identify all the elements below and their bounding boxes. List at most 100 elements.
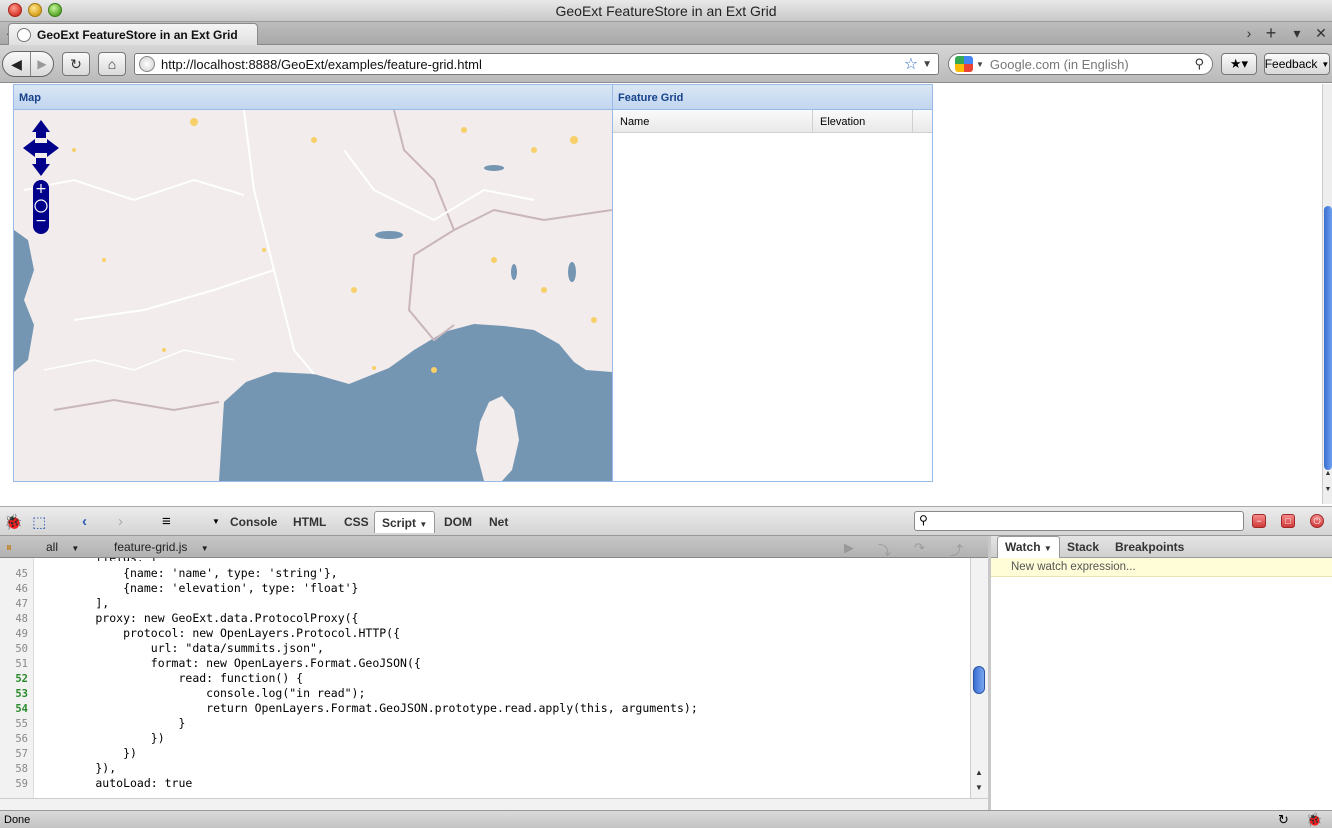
new-watch-expression-input[interactable]: New watch expression... bbox=[991, 558, 1332, 577]
browser-tab[interactable]: GeoExt FeatureStore in an Ext Grid bbox=[8, 23, 258, 45]
line-number[interactable]: 54 bbox=[0, 703, 28, 715]
status-sync-icon[interactable]: ↻ bbox=[1278, 812, 1289, 828]
page-scrollbar-thumb[interactable] bbox=[1324, 206, 1332, 470]
step-over-icon[interactable]: ↷ bbox=[914, 540, 925, 556]
code-line: 48 proxy: new GeoExt.data.ProtocolProxy(… bbox=[0, 611, 970, 626]
tab-dom[interactable]: DOM bbox=[444, 515, 472, 529]
search-engine-icon[interactable] bbox=[955, 56, 973, 72]
filter-dropdown-icon: ▼ bbox=[71, 544, 80, 553]
code-line: 50 url: "data/summits.json", bbox=[0, 641, 970, 656]
file-select[interactable]: feature-grid.js ▼ bbox=[114, 540, 209, 554]
tab-net[interactable]: Net bbox=[489, 515, 508, 529]
line-number[interactable]: 52 bbox=[0, 673, 28, 685]
tab-console[interactable]: Console bbox=[230, 515, 277, 529]
filter-select[interactable]: all ▼ bbox=[46, 540, 79, 554]
code-scrollbar[interactable]: ▲ ▼ bbox=[970, 558, 988, 798]
line-number[interactable]: 59 bbox=[0, 778, 28, 790]
search-magnifier-icon[interactable]: ⚲ bbox=[1194, 56, 1204, 72]
code-scroll-up-icon[interactable]: ▲ bbox=[971, 768, 987, 777]
firebug-close-button[interactable]: ⏻ bbox=[1310, 514, 1324, 528]
site-identity-icon[interactable] bbox=[139, 56, 155, 72]
forward-button[interactable]: ▶ bbox=[31, 52, 53, 76]
code-scroll-down-icon[interactable]: ▼ bbox=[971, 783, 987, 792]
grid-column-elevation[interactable]: Elevation bbox=[813, 110, 913, 132]
page-scrollbar[interactable]: ▲ ▼ bbox=[1322, 84, 1332, 504]
firebug-search-input[interactable]: ⚲ bbox=[914, 511, 1244, 531]
search-bar[interactable]: ▼ Google.com (in English) ⚲ bbox=[948, 53, 1213, 75]
zoom-in-icon[interactable]: + bbox=[35, 181, 47, 197]
map-viewport[interactable]: + − bbox=[14, 110, 612, 481]
bookmarks-button[interactable]: ★▾ bbox=[1221, 53, 1257, 75]
firebug-bug-icon[interactable]: 🐞 bbox=[4, 513, 23, 531]
status-firebug-icon[interactable]: 🐞 bbox=[1306, 812, 1322, 828]
pan-south-icon[interactable] bbox=[32, 158, 50, 176]
firebug-detach-button[interactable]: □ bbox=[1281, 514, 1295, 528]
tab-script-label: Script bbox=[382, 516, 417, 530]
line-number[interactable]: 45 bbox=[0, 568, 28, 580]
window-title: GeoExt FeatureStore in an Ext Grid bbox=[555, 3, 777, 19]
forward-arrow-icon[interactable]: › bbox=[118, 513, 123, 530]
inspect-icon[interactable]: ⬚ bbox=[32, 513, 46, 531]
line-number[interactable]: 53 bbox=[0, 688, 28, 700]
line-number[interactable]: 56 bbox=[0, 733, 28, 745]
search-engine-dropdown-icon[interactable]: ▼ bbox=[976, 60, 984, 69]
code-horizontal-scrollbar[interactable] bbox=[0, 798, 988, 810]
code-line: 46 {name: 'elevation', type: 'float'} bbox=[0, 581, 970, 596]
break-on-next-icon[interactable]: ⏸ bbox=[6, 540, 12, 555]
code-scrollbar-thumb[interactable] bbox=[973, 666, 985, 694]
bookmark-star-icon[interactable]: ☆ bbox=[904, 54, 918, 74]
url-bar[interactable]: http://localhost:8888/GeoExt/examples/fe… bbox=[134, 53, 939, 75]
new-tab-button[interactable]: + bbox=[1262, 24, 1280, 42]
grid-column-name[interactable]: Name bbox=[613, 110, 813, 132]
line-number[interactable]: 48 bbox=[0, 613, 28, 625]
reload-button[interactable]: ↻ bbox=[62, 52, 90, 76]
list-tabs-icon[interactable]: ▾ bbox=[1288, 25, 1306, 41]
map-panel: Map + − bbox=[13, 84, 613, 482]
line-number[interactable]: 47 bbox=[0, 598, 28, 610]
step-into-icon[interactable]: ⤵ bbox=[878, 540, 891, 559]
grid-header-filler bbox=[913, 110, 932, 132]
continue-icon[interactable]: ▶ bbox=[844, 540, 854, 556]
tab-html[interactable]: HTML bbox=[293, 515, 326, 529]
url-text[interactable]: http://localhost:8888/GeoExt/examples/fe… bbox=[161, 57, 904, 72]
tab-scroll-right-icon[interactable]: › bbox=[1240, 25, 1258, 41]
feedback-button[interactable]: Feedback ▼ bbox=[1264, 53, 1330, 75]
page-scroll-up-icon[interactable]: ▲ bbox=[1323, 470, 1332, 477]
code-line: 47 ], bbox=[0, 596, 970, 611]
tab-stack[interactable]: Stack bbox=[1067, 540, 1099, 554]
pan-west-icon[interactable] bbox=[23, 139, 41, 157]
code-text: }) bbox=[40, 731, 165, 745]
firebug-minimize-button[interactable]: − bbox=[1252, 514, 1266, 528]
pan-east-icon[interactable] bbox=[41, 139, 59, 157]
search-input[interactable]: Google.com (in English) bbox=[990, 57, 1195, 72]
firebug-search-icon: ⚲ bbox=[919, 513, 928, 527]
code-line: 57 }) bbox=[0, 746, 970, 761]
file-label: feature-grid.js bbox=[114, 540, 188, 554]
close-tab-icon[interactable]: ✕ bbox=[1312, 25, 1330, 41]
step-out-icon[interactable]: ⤴ bbox=[950, 540, 963, 559]
tab-css[interactable]: CSS bbox=[344, 515, 369, 529]
line-number[interactable]: 46 bbox=[0, 583, 28, 595]
line-number[interactable]: 50 bbox=[0, 643, 28, 655]
home-button[interactable]: ⌂ bbox=[98, 52, 126, 76]
line-number[interactable]: 58 bbox=[0, 763, 28, 775]
zoom-out-icon[interactable]: − bbox=[35, 213, 47, 229]
line-number[interactable]: 51 bbox=[0, 658, 28, 670]
back-arrow-icon[interactable]: ‹ bbox=[82, 513, 87, 530]
tab-breakpoints[interactable]: Breakpoints bbox=[1115, 540, 1184, 554]
url-history-dropdown-icon[interactable]: ▼ bbox=[922, 59, 932, 70]
panel-dropdown-icon[interactable]: ▼ bbox=[212, 517, 220, 526]
menu-lines-icon[interactable]: ≡ bbox=[162, 513, 171, 530]
line-number[interactable]: 49 bbox=[0, 628, 28, 640]
feature-grid-title: Feature Grid bbox=[613, 85, 932, 110]
pan-north-icon[interactable] bbox=[32, 120, 50, 138]
line-number[interactable]: 55 bbox=[0, 718, 28, 730]
tab-script-dropdown-icon: ▼ bbox=[419, 520, 428, 529]
bookmarks-star-icon: ★▾ bbox=[1229, 56, 1249, 71]
back-button[interactable]: ◀ bbox=[3, 52, 31, 76]
tab-watch[interactable]: Watch ▼ bbox=[997, 536, 1060, 558]
tab-script[interactable]: Script ▼ bbox=[374, 511, 436, 533]
line-number[interactable]: 57 bbox=[0, 748, 28, 760]
page-scroll-down-icon[interactable]: ▼ bbox=[1323, 486, 1332, 493]
script-source-view[interactable]: fields: [ 45 {name: 'name', type: 'strin… bbox=[0, 558, 970, 798]
